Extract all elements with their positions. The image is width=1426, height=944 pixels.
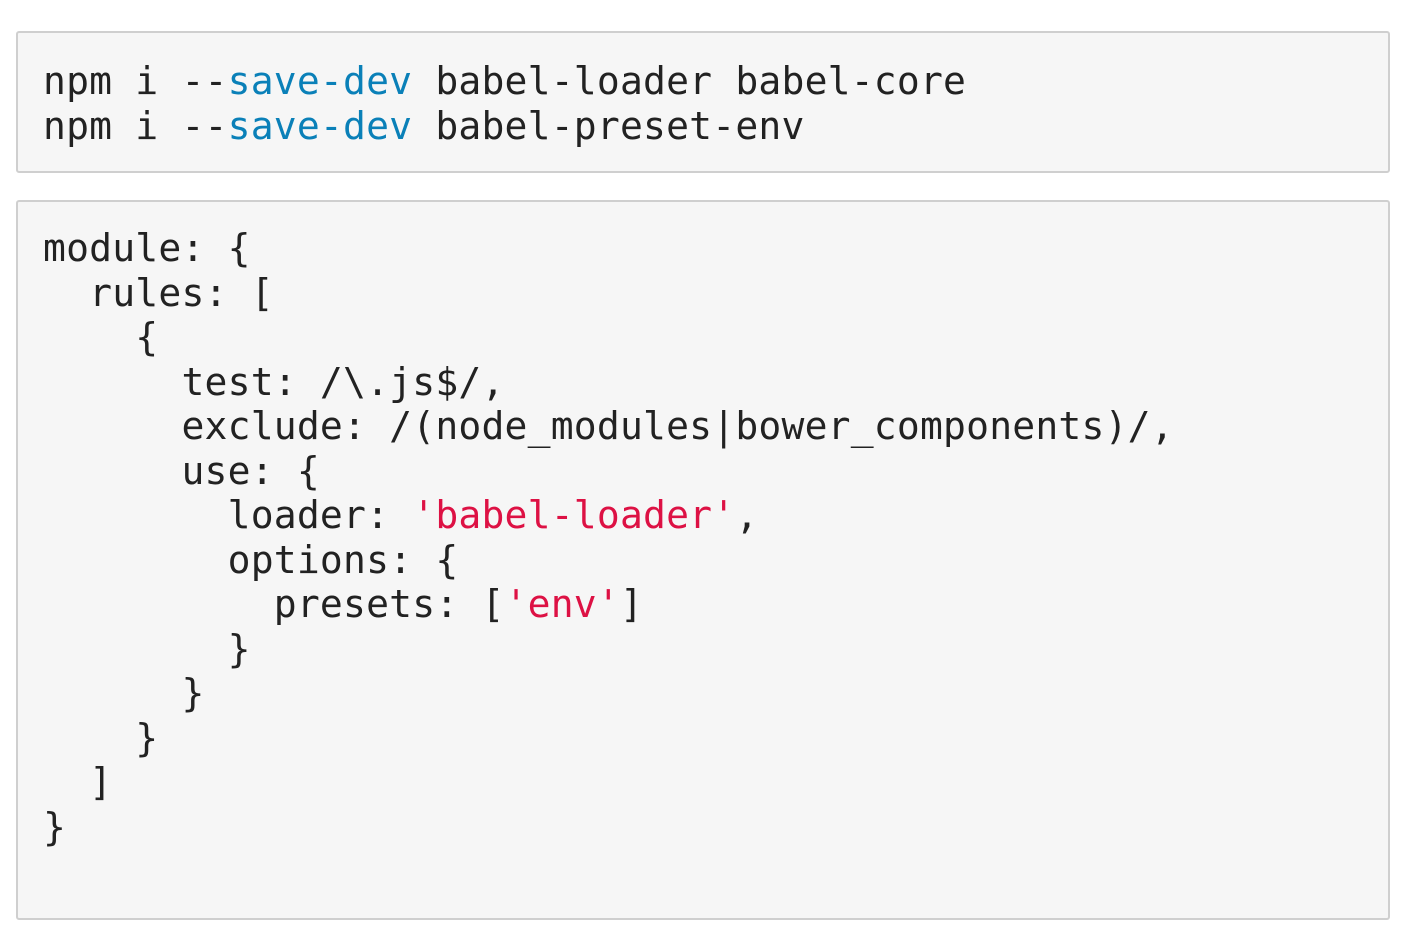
code-token-plain: rules: [ xyxy=(43,270,274,315)
code-token-plain: exclude: /(node_modules|bower_components… xyxy=(43,404,1174,448)
code-token-plain: npm i -- xyxy=(43,59,228,103)
code-line: ] xyxy=(43,760,1174,805)
code-line: npm i --save-dev babel-preset-env xyxy=(43,104,966,149)
code-token-plain: } xyxy=(43,715,159,760)
code-line: exclude: /(node_modules|bower_components… xyxy=(43,404,1174,449)
code-token-plain: ] xyxy=(43,760,113,804)
webpack-config-code-block: module: { rules: [ { test: /\.js$/, excl… xyxy=(16,200,1390,920)
code-token-plain: babel-preset-env xyxy=(412,103,805,148)
code-line: } xyxy=(43,716,1174,761)
code-token-plain: npm i -- xyxy=(43,103,228,148)
code-line: { xyxy=(43,315,1174,360)
code-token-plain: test: /\.js$/, xyxy=(43,359,505,404)
code-token-plain: , xyxy=(735,493,759,537)
code-token-plain: presets: [ xyxy=(43,582,505,626)
code-line: presets: ['env'] xyxy=(43,582,1174,627)
code-line: rules: [ xyxy=(43,271,1174,316)
config-code-lines: module: { rules: [ { test: /\.js$/, excl… xyxy=(43,226,1174,849)
code-token-string: 'babel-loader' xyxy=(412,493,736,537)
code-line: } xyxy=(43,805,1174,850)
code-token-plain: options: { xyxy=(43,537,459,582)
install-code-lines: npm i --save-dev babel-loader babel-core… xyxy=(43,59,966,148)
code-line: module: { xyxy=(43,226,1174,271)
install-code-block: npm i --save-dev babel-loader babel-core… xyxy=(16,31,1390,173)
code-token-plain: use: { xyxy=(43,448,320,493)
code-line: } xyxy=(43,627,1174,672)
code-token-keyword: save-dev xyxy=(227,103,413,148)
code-line: npm i --save-dev babel-loader babel-core xyxy=(43,59,966,104)
code-token-plain: { xyxy=(43,315,159,359)
code-token-plain: } xyxy=(43,626,251,671)
code-line: use: { xyxy=(43,449,1174,494)
code-line: test: /\.js$/, xyxy=(43,360,1174,405)
code-token-string: 'env' xyxy=(504,582,620,626)
code-line: loader: 'babel-loader', xyxy=(43,493,1174,538)
code-token-plain: } xyxy=(43,804,67,849)
code-line: } xyxy=(43,671,1174,716)
code-token-plain: babel-loader babel-core xyxy=(412,59,967,103)
code-line: options: { xyxy=(43,538,1174,583)
code-token-plain: } xyxy=(43,671,205,715)
code-token-plain: ] xyxy=(619,582,644,626)
code-token-plain: module: { xyxy=(43,226,251,270)
code-token-plain: loader: xyxy=(43,493,413,537)
code-token-keyword: save-dev xyxy=(227,59,413,103)
